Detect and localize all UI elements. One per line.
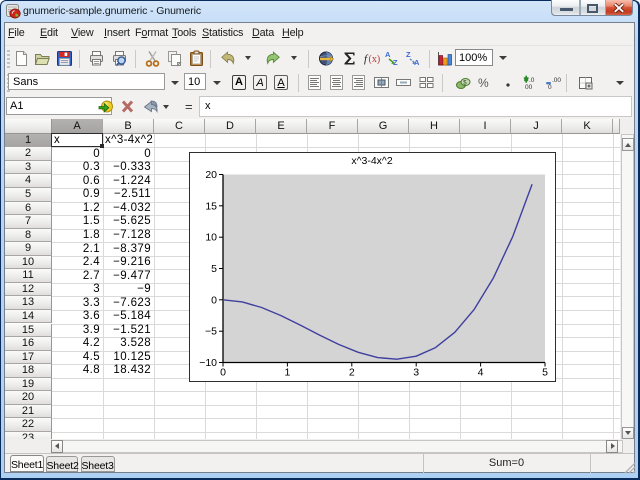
svg-text:10: 10 [205, 232, 217, 244]
svg-text:5: 5 [542, 367, 548, 379]
svg-text:(x): (x) [369, 54, 381, 65]
svg-text:00: 00 [525, 84, 533, 91]
svg-text:−10: −10 [199, 357, 217, 369]
svg-text:x^3-4x^2: x^3-4x^2 [351, 155, 393, 167]
svg-text:A: A [385, 50, 391, 59]
svg-text:15: 15 [205, 200, 217, 212]
svg-text:0: 0 [211, 294, 217, 306]
svg-text:.00: .00 [552, 77, 561, 84]
svg-text:1: 1 [284, 367, 290, 379]
svg-text:−5: −5 [205, 326, 217, 338]
svg-text:5: 5 [211, 263, 217, 275]
svg-text:0: 0 [548, 84, 552, 91]
svg-text:A: A [414, 58, 420, 67]
svg-text:2: 2 [349, 367, 355, 379]
svg-text:%: % [478, 76, 489, 90]
svg-text:20: 20 [205, 169, 217, 181]
svg-text:Z: Z [406, 50, 411, 59]
svg-text:.0: .0 [529, 77, 535, 84]
svg-text:4: 4 [478, 367, 484, 379]
svg-text:0: 0 [220, 367, 226, 379]
svg-text:3: 3 [413, 367, 419, 379]
